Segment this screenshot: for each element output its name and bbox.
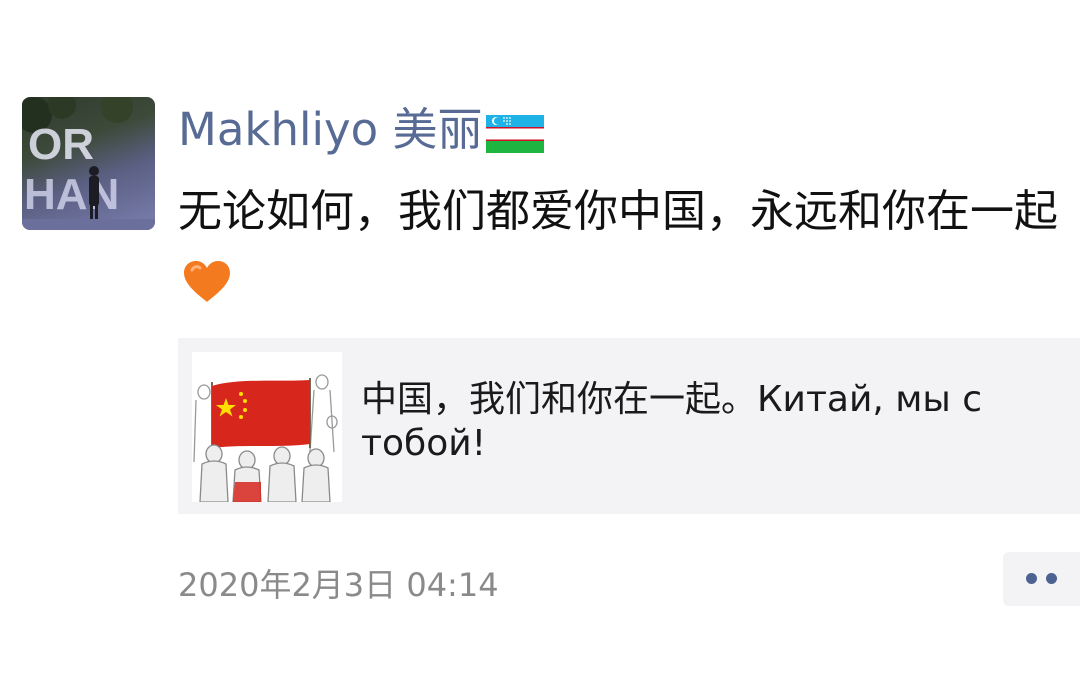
post-timestamp: 2020年2月3日 04:14 (178, 566, 499, 604)
moments-post: OR HAN Makhliyo 美丽 无论如何，我们都爱你中国，永远和你在一起 … (0, 0, 1080, 681)
shared-link-title[interactable]: 中国，我们和你在一起。Китай, мы с тобой! (361, 378, 1051, 466)
shared-link-card[interactable]: 中国，我们和你在一起。Китай, мы с тобой! (178, 338, 1080, 514)
svg-text:OR: OR (28, 120, 94, 169)
author-name-link[interactable]: Makhliyo 美丽 (178, 100, 545, 160)
dot (1046, 573, 1057, 584)
dot (1026, 573, 1037, 584)
post-text: 无论如何，我们都爱你中国，永远和你在一起 (178, 178, 1063, 324)
author-name[interactable]: Makhliyo 美丽 (178, 103, 482, 156)
avatar[interactable]: OR HAN (22, 97, 155, 230)
china-flag-crowd-illustration (192, 352, 342, 502)
more-options-button[interactable] (1003, 552, 1080, 606)
orange-heart-icon (182, 256, 232, 324)
uzbekistan-flag-icon (486, 108, 545, 168)
svg-text:HAN: HAN (24, 170, 119, 219)
post-text-content: 无论如何，我们都爱你中国，永远和你在一起 (178, 186, 1058, 237)
